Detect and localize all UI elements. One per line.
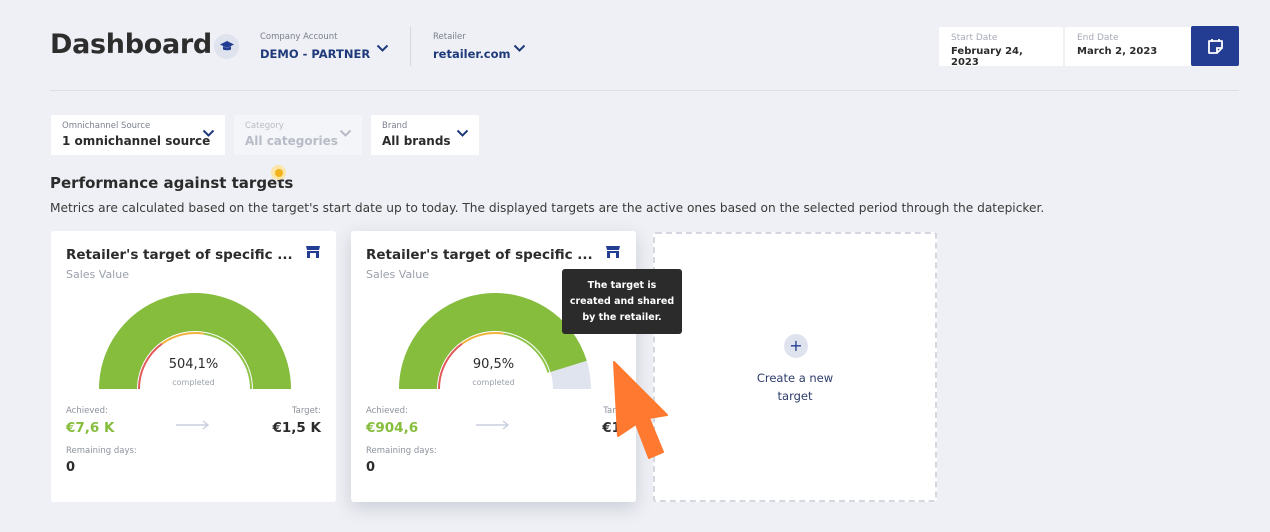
company-account-value: DEMO - PARTNER	[260, 47, 371, 61]
section-title: Performance against targets	[50, 174, 294, 192]
filter-label: Omnichannel Source	[62, 121, 151, 131]
arrow-right-icon	[176, 420, 210, 430]
completion-percent: 504,1%	[168, 357, 219, 372]
achieved-label: Achieved:	[66, 406, 108, 416]
omnichannel-source-filter[interactable]: Omnichannel Source 1 omnichannel source	[51, 115, 225, 155]
retailer-label: Retailer	[433, 32, 466, 42]
create-target-card[interactable]: + Create a new target	[653, 232, 937, 502]
category-filter[interactable]: Category All categories	[234, 115, 362, 155]
hint-beacon[interactable]	[271, 165, 286, 180]
create-target-label: Create a new target	[756, 371, 834, 403]
target-label: Target:	[291, 406, 321, 416]
achieved-label: Achieved:	[366, 406, 408, 416]
filter-label: Category	[245, 121, 284, 131]
achieved-value: €904,6	[366, 420, 419, 436]
store-icon[interactable]	[305, 245, 321, 259]
end-date-field[interactable]: End Date March 2, 2023	[1065, 27, 1191, 66]
plus-icon: +	[784, 334, 808, 358]
header-divider	[410, 27, 411, 66]
header-separator	[50, 90, 1239, 91]
end-date-value: March 2, 2023	[1077, 46, 1158, 57]
calendar-button[interactable]	[1191, 26, 1239, 66]
remaining-days-value: 0	[366, 460, 376, 475]
company-account-selector[interactable]: Company Account DEMO - PARTNER	[260, 32, 395, 61]
target-card[interactable]: Retailer's target of specific ... Sales …	[51, 231, 336, 502]
calendar-icon	[1207, 38, 1223, 54]
graduation-cap-icon[interactable]	[214, 34, 239, 59]
section-description: Metrics are calculated based on the targ…	[50, 201, 1045, 215]
completion-label: completed	[472, 378, 515, 387]
gauge-fill	[99, 293, 291, 389]
card-subtitle: Sales Value	[366, 268, 429, 281]
company-account-label: Company Account	[260, 32, 338, 42]
chevron-down-icon	[339, 129, 352, 137]
remaining-days-label: Remaining days:	[366, 446, 437, 456]
retailer-selector[interactable]: Retailer retailer.com	[433, 32, 533, 61]
chevron-down-icon	[513, 44, 526, 52]
remaining-days-value: 0	[66, 460, 76, 475]
tooltip: The target is created and shared by the …	[562, 269, 682, 334]
chevron-down-icon	[202, 129, 215, 137]
chevron-down-icon	[456, 129, 469, 137]
achieved-value: €7,6 K	[66, 420, 115, 436]
brand-filter[interactable]: Brand All brands	[371, 115, 479, 155]
start-date-label: Start Date	[951, 33, 998, 43]
card-subtitle: Sales Value	[66, 268, 129, 281]
filter-value: All categories	[245, 134, 338, 148]
card-title: Retailer's target of specific ...	[66, 247, 293, 263]
completion-percent: 90,5%	[472, 357, 515, 372]
end-date-label: End Date	[1077, 33, 1119, 43]
completion-label: completed	[172, 378, 215, 387]
store-icon[interactable]	[605, 245, 621, 259]
remaining-days-label: Remaining days:	[66, 446, 137, 456]
cursor-pointer-icon	[613, 361, 668, 459]
card-title: Retailer's target of specific ...	[366, 247, 593, 263]
chevron-down-icon	[376, 44, 389, 52]
page-title: Dashboard	[50, 29, 212, 60]
target-value: €1,5 K	[272, 420, 321, 436]
filter-value: 1 omnichannel source	[62, 134, 211, 148]
start-date-value: February 24, 2023	[951, 46, 1023, 68]
arrow-right-icon	[476, 420, 510, 430]
start-date-field[interactable]: Start Date February 24, 2023	[939, 27, 1063, 68]
